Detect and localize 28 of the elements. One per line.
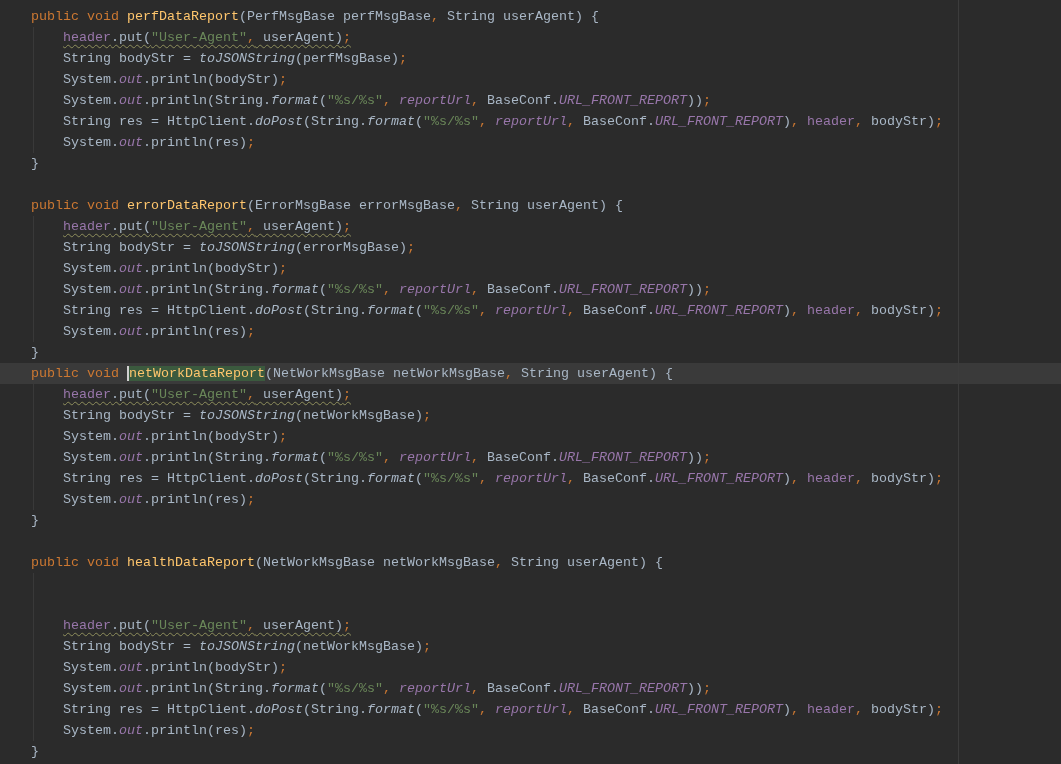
code-line: System.out.println(res);: [63, 491, 255, 509]
code-line: header.put("User-Agent", userAgent);: [63, 617, 351, 635]
code-line: String res = HttpClient.doPost(String.format("%s/%s", reportUrl, BaseConf.URL_FRONT_REPORT), header, bodyStr);: [63, 302, 943, 320]
code-line: System.out.println(res);: [63, 722, 255, 740]
code-line: String res = HttpClient.doPost(String.format("%s/%s", reportUrl, BaseConf.URL_FRONT_REPORT), header, bodyStr);: [63, 470, 943, 488]
code-line: String bodyStr = toJSONString(perfMsgBase);: [63, 50, 407, 68]
code-line: System.out.println(bodyStr);: [63, 659, 287, 677]
code-line: System.out.println(bodyStr);: [63, 260, 287, 278]
code-line: System.out.println(String.format("%s/%s", reportUrl, BaseConf.URL_FRONT_REPORT));: [63, 281, 711, 299]
code-line: header.put("User-Agent", userAgent);: [63, 218, 351, 236]
code-line: System.out.println(bodyStr);: [63, 428, 287, 446]
code-line: System.out.println(String.format("%s/%s", reportUrl, BaseConf.URL_FRONT_REPORT));: [63, 449, 711, 467]
code-line: String bodyStr = toJSONString(netWorkMsgBase);: [63, 407, 431, 425]
code-line: String bodyStr = toJSONString(netWorkMsgBase);: [63, 638, 431, 656]
code-line: System.out.println(String.format("%s/%s", reportUrl, BaseConf.URL_FRONT_REPORT));: [63, 680, 711, 698]
code-line: String res = HttpClient.doPost(String.format("%s/%s", reportUrl, BaseConf.URL_FRONT_REPORT), header, bodyStr);: [63, 701, 943, 719]
code-line: }: [31, 512, 39, 530]
code-line: }: [31, 344, 39, 362]
code-line: String bodyStr = toJSONString(errorMsgBase);: [63, 239, 415, 257]
code-line: header.put("User-Agent", userAgent);: [63, 29, 351, 47]
code-line: header.put("User-Agent", userAgent);: [63, 386, 351, 404]
code-line: System.out.println(bodyStr);: [63, 71, 287, 89]
code-line: System.out.println(res);: [63, 323, 255, 341]
code-line: }: [31, 743, 39, 761]
code-line: System.out.println(String.format("%s/%s", reportUrl, BaseConf.URL_FRONT_REPORT));: [63, 92, 711, 110]
code-line: System.out.println(res);: [63, 134, 255, 152]
code-line: }: [31, 155, 39, 173]
code-line: String res = HttpClient.doPost(String.format("%s/%s", reportUrl, BaseConf.URL_FRONT_REPORT), header, bodyStr);: [63, 113, 943, 131]
